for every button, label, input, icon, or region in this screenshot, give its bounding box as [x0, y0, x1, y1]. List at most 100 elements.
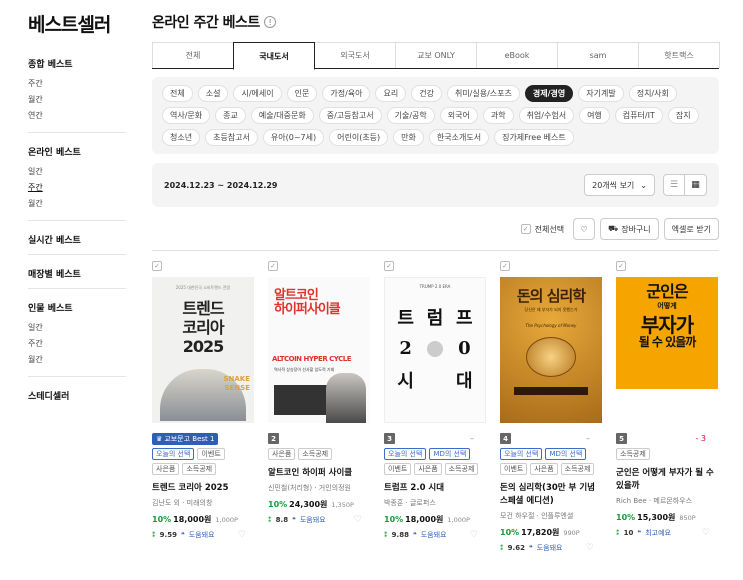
category-chip[interactable]: 만화: [393, 129, 424, 146]
product-card[interactable]: ✓ 2025 대한민국 소비트렌드 전망 트렌드 코리아 2025 SNAKE …: [152, 261, 268, 553]
category-chip[interactable]: 청소년: [162, 129, 201, 146]
sidebar-item-daily[interactable]: 일간: [28, 320, 126, 336]
category-chip[interactable]: 역사/문화: [162, 107, 211, 124]
product-select[interactable]: ✓: [500, 261, 602, 271]
category-chip[interactable]: 외국어: [439, 107, 478, 124]
sidebar-item-daily[interactable]: 일간: [28, 164, 126, 180]
category-chip[interactable]: 유아(0~7세): [262, 129, 325, 146]
product-tag: MD의 선택: [545, 448, 587, 460]
review-label[interactable]: 도움돼요: [421, 530, 447, 540]
info-icon[interactable]: !: [263, 16, 276, 28]
book-cover[interactable]: 2025 대한민국 소비트렌드 전망 트렌드 코리아 2025 SNAKE SE…: [152, 277, 254, 423]
category-chip[interactable]: 경제/경영: [524, 85, 574, 102]
check-icon[interactable]: ✓: [152, 261, 162, 271]
product-select[interactable]: ✓: [616, 261, 718, 271]
product-tags: 오늘의 선택 MD의 선택 이벤트 사은품 소득공제: [384, 448, 486, 475]
check-icon[interactable]: ✓: [616, 261, 626, 271]
wishlist-button[interactable]: ♡: [573, 218, 596, 240]
category-chip[interactable]: 기술/공학: [386, 107, 435, 124]
sidebar-item-weekly[interactable]: 주간: [28, 76, 126, 92]
category-chip[interactable]: 정치/사회: [628, 85, 677, 102]
category-chip[interactable]: 초등참고서: [205, 129, 258, 146]
sidebar-head-person[interactable]: 인물 베스트: [28, 301, 126, 314]
sidebar-item-monthly[interactable]: 월간: [28, 352, 126, 368]
category-chip[interactable]: 여행: [579, 107, 610, 124]
main-content: 온라인 주간 베스트 ! 전체 국내도서 외국도서 교보 ONLY eBook …: [152, 10, 720, 553]
tab-kyobo-only[interactable]: 교보 ONLY: [395, 42, 477, 68]
sidebar-item-weekly[interactable]: 주간: [28, 336, 126, 352]
review-label[interactable]: 최고예요: [645, 528, 671, 538]
sidebar-head-online[interactable]: 온라인 베스트: [28, 145, 126, 158]
view-count-select[interactable]: 20개씩 보기 ⌄: [584, 174, 655, 196]
heart-icon[interactable]: ♡: [354, 515, 362, 525]
product-card[interactable]: ✓ TRUMP 2.0 ERA 트 럼 프 2 0 시 대 3 – 오늘의 선택…: [384, 261, 500, 553]
list-view-icon[interactable]: ☰: [663, 174, 685, 196]
product-card[interactable]: ✓ 알트코인 하이퍼사이클 ALTCOIN HYPER CYCLE 역사적 상승…: [268, 261, 384, 553]
book-cover[interactable]: 알트코인 하이퍼사이클 ALTCOIN HYPER CYCLE 역사적 상승장이…: [268, 277, 370, 423]
category-chip[interactable]: 취미/실용/스포츠: [446, 85, 520, 102]
sidebar-item-monthly[interactable]: 월간: [28, 196, 126, 212]
heart-icon[interactable]: ♡: [238, 530, 246, 540]
category-chip[interactable]: 시/에세이: [233, 85, 282, 102]
tab-hottracks[interactable]: 핫트랙스: [638, 42, 720, 68]
category-chip[interactable]: 예술/대중문화: [250, 107, 314, 124]
category-chip[interactable]: 과학: [482, 107, 514, 124]
category-chip[interactable]: 잡지: [667, 107, 699, 124]
heart-icon[interactable]: ♡: [702, 528, 710, 538]
category-chip[interactable]: 취업/수험서: [518, 107, 575, 124]
product-select[interactable]: ✓: [152, 261, 254, 271]
heart-icon[interactable]: ♡: [470, 530, 478, 540]
review-label[interactable]: 도움돼요: [537, 543, 563, 553]
check-icon[interactable]: ✓: [520, 224, 531, 234]
product-title[interactable]: 트렌드 코리아 2025: [152, 482, 254, 495]
tab-foreign[interactable]: 외국도서: [314, 42, 396, 68]
product-title[interactable]: 트럼프 2.0 시대: [384, 482, 486, 495]
category-chip[interactable]: 어린이(초등): [329, 129, 389, 146]
product-card[interactable]: ✓ 돈의 심리학 당신은 왜 부자가 되지 못했는가 The Psycholog…: [500, 261, 616, 553]
heart-icon[interactable]: ♡: [586, 543, 594, 553]
book-cover[interactable]: TRUMP 2.0 ERA 트 럼 프 2 0 시 대: [384, 277, 486, 423]
select-all[interactable]: ✓ 전체선택: [520, 224, 564, 235]
product-title[interactable]: 돈의 심리학(30만 부 기념 스페셜 에디션): [500, 482, 602, 508]
check-icon[interactable]: ✓: [384, 261, 394, 271]
category-chip[interactable]: 건강: [411, 85, 442, 102]
cart-button[interactable]: ⛟ 장바구니: [600, 218, 659, 240]
book-cover[interactable]: 군인은 어떻게 부자가 될 수 있을까: [616, 277, 718, 423]
tab-ebook[interactable]: eBook: [476, 42, 558, 68]
product-title[interactable]: 알트코인 하이퍼 사이클: [268, 467, 370, 480]
tab-sam[interactable]: sam: [557, 42, 639, 68]
category-chip[interactable]: 종교: [215, 107, 246, 124]
category-chip[interactable]: 컴퓨터/IT: [614, 107, 663, 124]
check-icon[interactable]: ✓: [500, 261, 510, 271]
sidebar-head-store[interactable]: 매장별 베스트: [28, 267, 126, 280]
product-select[interactable]: ✓: [384, 261, 486, 271]
review-label[interactable]: 도움돼요: [300, 515, 326, 525]
sidebar-item-monthly[interactable]: 월간: [28, 92, 126, 108]
category-chip[interactable]: 자기계발: [578, 85, 624, 102]
category-chip[interactable]: 요리: [375, 85, 407, 102]
product-tag: 사은품: [414, 463, 442, 475]
tab-all[interactable]: 전체: [152, 42, 234, 68]
sidebar-head-steady[interactable]: 스테디셀러: [28, 389, 126, 402]
check-icon[interactable]: ✓: [268, 261, 278, 271]
category-chip[interactable]: 가정/육아: [322, 85, 371, 102]
book-cover[interactable]: 돈의 심리학 당신은 왜 부자가 되지 못했는가 The Psychology …: [500, 277, 602, 423]
sidebar-item-yearly[interactable]: 연간: [28, 108, 126, 124]
sidebar-item-weekly-active[interactable]: 주간: [28, 180, 126, 196]
grid-view-icon[interactable]: ▦: [685, 174, 707, 196]
category-chip[interactable]: 징가제Free 베스트: [494, 129, 574, 146]
category-chip[interactable]: 소설: [197, 85, 229, 102]
tab-domestic[interactable]: 국내도서: [233, 42, 315, 70]
product-card[interactable]: ✓ 군인은 어떻게 부자가 될 수 있을까 5 - 3 소득공제 군인은 어떻게…: [616, 261, 732, 553]
product-title[interactable]: 군인은 어떻게 부자가 될 수 있을까: [616, 467, 718, 493]
product-select[interactable]: ✓: [268, 261, 370, 271]
sidebar-head-realtime[interactable]: 실시간 베스트: [28, 233, 126, 246]
category-chip[interactable]: 인문: [286, 85, 318, 102]
sidebar-head-overall[interactable]: 종합 베스트: [28, 57, 126, 70]
excel-download-button[interactable]: 엑셀로 받기: [663, 218, 719, 240]
category-chip[interactable]: 한국소개도서: [428, 129, 490, 146]
category-chip[interactable]: 중/고등참고서: [318, 107, 382, 124]
category-chip[interactable]: 전체: [162, 85, 193, 102]
cover-title: 돈의 심리학: [516, 287, 586, 305]
review-label[interactable]: 도움돼요: [189, 530, 215, 540]
